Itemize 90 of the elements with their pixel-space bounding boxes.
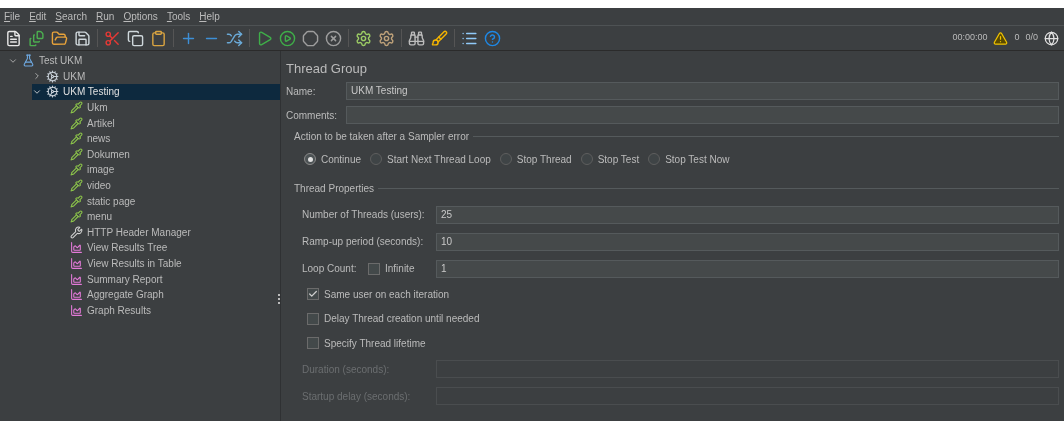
new-file-icon[interactable] [5,29,22,47]
shutdown-icon[interactable] [325,29,342,47]
cut-icon[interactable] [104,29,121,47]
gear-icon [46,69,59,83]
text-field[interactable]: 10 [436,232,1059,251]
pipette-icon [70,163,83,177]
section-legend: Action to be taken after a Sampler error [294,128,470,144]
tree-item[interactable]: Summary Report [56,271,280,287]
gear-icon [46,85,59,99]
tree-item[interactable]: UKM [32,68,280,85]
radio-button[interactable] [304,153,316,165]
checkbox-label[interactable]: Same user on each iteration [324,286,450,302]
pipette-icon [70,116,83,130]
text-field[interactable]: 25 [436,205,1059,224]
field-label: Name: [286,84,317,99]
globe-icon[interactable] [1044,30,1059,46]
start-icon[interactable] [256,29,273,47]
warning-icon[interactable] [993,30,1009,46]
tree-item[interactable]: Aggregate Graph [56,286,280,303]
field-label: Number of Threads (users): [302,208,426,222]
pipette-icon [70,101,83,115]
text-field[interactable]: 1 [436,259,1059,278]
chart-icon [70,303,83,317]
thread-count: 0/0 [1025,31,1038,45]
field-label: Comments: [286,108,339,123]
pipette-icon [70,210,83,224]
radio-label[interactable]: Stop Thread [516,151,572,167]
search-icon[interactable] [408,29,425,47]
copy-icon[interactable] [127,29,144,47]
menu-title[interactable]: Edit [29,9,47,24]
tree-item[interactable]: static page [56,193,280,209]
chart-icon [70,257,83,270]
field-label: Ramp-up period (seconds): [302,235,425,249]
tree-item[interactable]: View Results Tree [56,240,280,256]
radio-label[interactable]: Continue [321,151,362,167]
panel-title: Thread Group [286,60,368,78]
checkbox-label[interactable]: Delay Thread creation until needed [324,311,480,327]
chart-icon [70,241,83,255]
menu-title[interactable]: Run [96,9,115,24]
help-icon[interactable] [484,29,501,47]
radio-button[interactable] [580,153,593,165]
radio-label[interactable]: Stop Test Now [665,151,730,167]
elapsed-time: 00:00:00 [952,31,988,45]
radio-button[interactable] [648,153,661,165]
checkbox[interactable] [307,337,319,350]
checkbox[interactable] [307,288,319,301]
tree-item[interactable]: menu [56,208,280,225]
radio-label[interactable]: Stop Test [597,151,640,167]
open-folder-icon[interactable] [51,29,68,47]
tree-item[interactable]: image [56,162,280,178]
save-icon[interactable] [74,29,91,47]
checkbox-label[interactable]: Infinite [385,261,415,276]
tree-item[interactable]: HTTP Header Manager [56,224,280,241]
paste-icon[interactable] [150,29,167,47]
field-label: Loop Count: [302,262,358,276]
checkbox[interactable] [368,262,380,275]
menu-title[interactable]: Tools [166,9,191,24]
chart-icon [70,288,83,302]
pipette-icon [70,179,83,193]
flask-icon [22,54,35,68]
chart-icon [70,272,83,286]
tree-item[interactable]: Ukm [56,99,280,116]
tree-item[interactable]: View Results in Table [56,255,280,272]
menu-title[interactable]: File [4,9,21,24]
tree-item[interactable]: Graph Results [56,302,280,319]
wrench-icon [70,225,83,239]
section-legend: Thread Properties [294,180,375,196]
checkbox-label[interactable]: Specify Thread lifetime [324,335,426,351]
menu-title[interactable]: Search [55,9,88,24]
tree-item[interactable]: Artikel [56,115,280,131]
tree-item[interactable]: news [56,130,280,147]
tree-item[interactable]: video [56,177,280,194]
menu-title[interactable]: Help [199,9,220,24]
warning-count: 0 [1014,31,1020,45]
pipette-icon [70,147,83,161]
menu-title[interactable]: Options [123,9,158,24]
radio-label[interactable]: Start Next Thread Loop [387,151,491,167]
tree-item[interactable]: Test UKM [8,53,280,69]
checkbox[interactable] [307,312,319,325]
tree-item[interactable]: UKM Testing [32,84,280,100]
radio-button[interactable] [370,153,383,165]
text-field[interactable] [346,106,1059,124]
pipette-icon [70,194,83,208]
pipette-icon [70,132,83,146]
chevron-right-icon[interactable] [32,71,42,82]
tree-item[interactable]: Dokumen [56,146,280,163]
chevron-down-icon[interactable] [32,87,42,97]
radio-button[interactable] [499,153,512,165]
stop-icon[interactable] [302,29,319,47]
text-field[interactable]: UKM Testing [346,82,1059,100]
